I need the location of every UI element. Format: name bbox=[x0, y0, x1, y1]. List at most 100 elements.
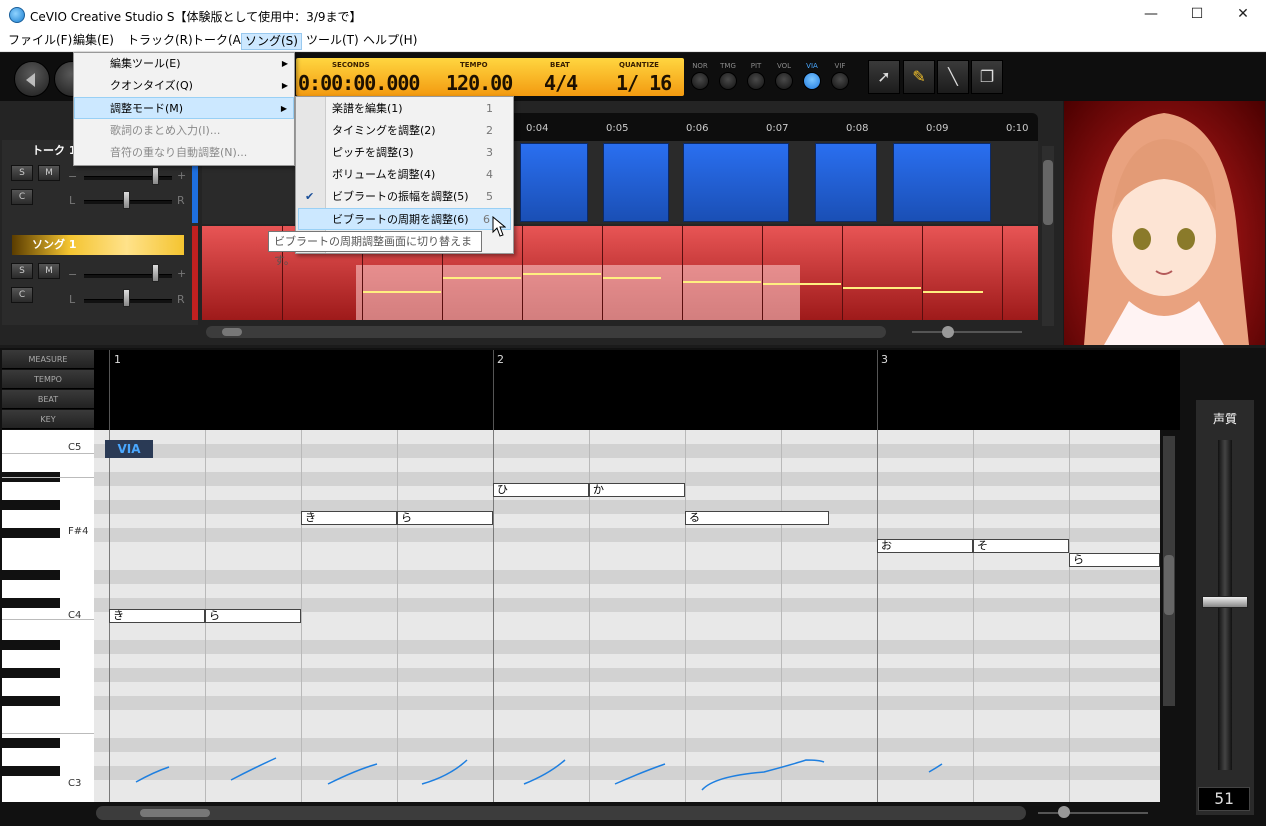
note[interactable]: そ bbox=[973, 539, 1069, 553]
white-key[interactable] bbox=[2, 724, 94, 734]
note[interactable]: ら bbox=[1069, 553, 1160, 567]
editor-hscroll[interactable] bbox=[96, 806, 1026, 820]
talk-mute-button[interactable]: M bbox=[38, 165, 60, 181]
menu-item-label: ビブラートの振幅を調整(5) bbox=[332, 190, 469, 203]
white-key[interactable] bbox=[2, 454, 94, 478]
menu-shortcut: 6 bbox=[483, 213, 490, 226]
quantize-value[interactable]: 1/ 16 bbox=[616, 71, 672, 95]
measure-line bbox=[877, 350, 878, 430]
mode-nor-knob[interactable] bbox=[691, 72, 709, 90]
note[interactable]: る bbox=[685, 511, 829, 525]
note[interactable]: か bbox=[589, 483, 685, 497]
editor-ruler[interactable] bbox=[94, 350, 1180, 430]
mode-tmg-knob[interactable] bbox=[719, 72, 737, 90]
song-c-button[interactable]: C bbox=[11, 287, 33, 303]
menu-item-quantize[interactable]: クオンタイズ(Q) ▶ bbox=[74, 75, 294, 97]
mode-vif-knob[interactable] bbox=[831, 72, 849, 90]
track-zoom-slider[interactable] bbox=[912, 331, 1022, 333]
menu-song[interactable]: ソング(S) bbox=[241, 33, 302, 50]
track-hscroll-thumb[interactable] bbox=[222, 328, 242, 336]
track-zoom-thumb[interactable] bbox=[942, 326, 954, 338]
menu-item-lyrics-input: 歌詞のまとめ入力(I)... bbox=[110, 124, 221, 137]
note[interactable]: ら bbox=[397, 511, 493, 525]
track-hscroll[interactable] bbox=[206, 326, 886, 338]
talk-clip[interactable] bbox=[603, 143, 669, 222]
voice-quality-value: 51 bbox=[1198, 787, 1250, 811]
note[interactable]: き bbox=[301, 511, 397, 525]
mode-pit-knob[interactable] bbox=[747, 72, 765, 90]
track-vscroll-thumb[interactable] bbox=[1043, 160, 1053, 225]
line-tool-icon[interactable]: ╲ bbox=[937, 60, 969, 94]
song-solo-button[interactable]: S bbox=[11, 263, 33, 279]
tempo-value[interactable]: 120.00 bbox=[446, 71, 513, 95]
menu-tools[interactable]: ツール(T) bbox=[303, 33, 362, 50]
black-key[interactable] bbox=[2, 766, 60, 776]
menu-file[interactable]: ファイル(F) bbox=[5, 33, 75, 50]
black-key[interactable] bbox=[2, 640, 60, 650]
menu-talk[interactable]: トーク(A) bbox=[189, 33, 249, 50]
talk-clip[interactable] bbox=[815, 143, 877, 222]
song-pan-thumb[interactable] bbox=[123, 289, 130, 307]
submenu-item-edit-score[interactable]: 楽譜を編集(1) 1 bbox=[296, 98, 513, 120]
song-volume-thumb[interactable] bbox=[152, 264, 159, 282]
talk-solo-button[interactable]: S bbox=[11, 165, 33, 181]
maximize-button[interactable]: ☐ bbox=[1174, 0, 1220, 30]
black-key[interactable] bbox=[2, 696, 60, 706]
menu-track[interactable]: トラック(R) bbox=[124, 33, 196, 50]
mode-label-via: VIA bbox=[806, 62, 818, 70]
submenu-item-pitch[interactable]: ピッチを調整(3) 3 bbox=[296, 142, 513, 164]
black-key[interactable] bbox=[2, 738, 60, 748]
lane-gridline bbox=[682, 226, 683, 320]
beat-value[interactable]: 4/4 bbox=[544, 71, 578, 95]
menu-help[interactable]: ヘルプ(H) bbox=[360, 33, 420, 50]
voice-quality-thumb[interactable] bbox=[1202, 596, 1248, 608]
note[interactable]: ら bbox=[205, 609, 301, 623]
editor-vscroll-thumb[interactable] bbox=[1164, 555, 1174, 615]
close-button[interactable]: ✕ bbox=[1220, 0, 1266, 30]
talk-clip[interactable] bbox=[893, 143, 991, 222]
key-header: KEY bbox=[2, 410, 94, 429]
song-track-name[interactable]: ソング 1 bbox=[12, 235, 184, 255]
talk-c-button[interactable]: C bbox=[11, 189, 33, 205]
song-menu: 編集ツール(E) ▶ クオンタイズ(Q) ▶ 調整モード(M) ▶ 歌詞のまとめ入力(… bbox=[73, 52, 295, 166]
submenu-item-volume[interactable]: ボリュームを調整(4) 4 bbox=[296, 164, 513, 186]
piano-keyboard[interactable]: C5 F#4 C4 C3 bbox=[2, 430, 94, 802]
layers-tool-icon[interactable]: ❐ bbox=[971, 60, 1003, 94]
editor-zoom-thumb[interactable] bbox=[1058, 806, 1070, 818]
menu-item-adjust-mode[interactable]: 調整モード(M) ▶ bbox=[74, 97, 294, 119]
menu-edit[interactable]: 編集(E) bbox=[70, 33, 117, 50]
editor-hscroll-thumb[interactable] bbox=[140, 809, 210, 817]
black-key[interactable] bbox=[2, 500, 60, 510]
editor-zoom-slider[interactable] bbox=[1038, 812, 1148, 814]
mini-note bbox=[843, 287, 921, 289]
song-mute-button[interactable]: M bbox=[38, 263, 60, 279]
pointer-tool-icon[interactable]: ➚ bbox=[868, 60, 900, 94]
mode-vol-knob[interactable] bbox=[775, 72, 793, 90]
talk-left-label: L bbox=[69, 194, 76, 207]
rewind-button[interactable] bbox=[14, 61, 50, 97]
talk-clip[interactable] bbox=[520, 143, 588, 222]
mode-label-tmg: TMG bbox=[720, 62, 736, 70]
menu-item-edit-tool[interactable]: 編集ツール(E) ▶ bbox=[74, 53, 294, 75]
note[interactable]: お bbox=[877, 539, 973, 553]
talk-pan-thumb[interactable] bbox=[123, 191, 130, 209]
tooltip: ビブラートの周期調整画面に切り替えます。 bbox=[268, 231, 482, 267]
note[interactable]: ひ bbox=[493, 483, 589, 497]
submenu-item-vibrato-amplitude[interactable]: ✔ ビブラートの振幅を調整(5) 5 bbox=[296, 186, 513, 208]
mode-via-knob[interactable] bbox=[803, 72, 821, 90]
minimize-button[interactable]: — bbox=[1128, 0, 1174, 30]
pencil-tool-icon[interactable]: ✎ bbox=[903, 60, 935, 94]
ruler-tick: 0:05 bbox=[606, 123, 629, 134]
talk-volume-thumb[interactable] bbox=[152, 167, 159, 185]
mini-note bbox=[683, 281, 761, 283]
submenu-item-timing[interactable]: タイミングを調整(2) 2 bbox=[296, 120, 513, 142]
black-key[interactable] bbox=[2, 528, 60, 538]
talk-clip[interactable] bbox=[683, 143, 789, 222]
note[interactable]: き bbox=[109, 609, 205, 623]
submenu-arrow-icon: ▶ bbox=[281, 81, 288, 90]
black-key[interactable] bbox=[2, 598, 60, 608]
submenu-item-vibrato-period[interactable]: ビブラートの周期を調整(6) 6 bbox=[298, 208, 511, 230]
menu-item-label: タイミングを調整(2) bbox=[332, 124, 436, 137]
black-key[interactable] bbox=[2, 668, 60, 678]
black-key[interactable] bbox=[2, 570, 60, 580]
